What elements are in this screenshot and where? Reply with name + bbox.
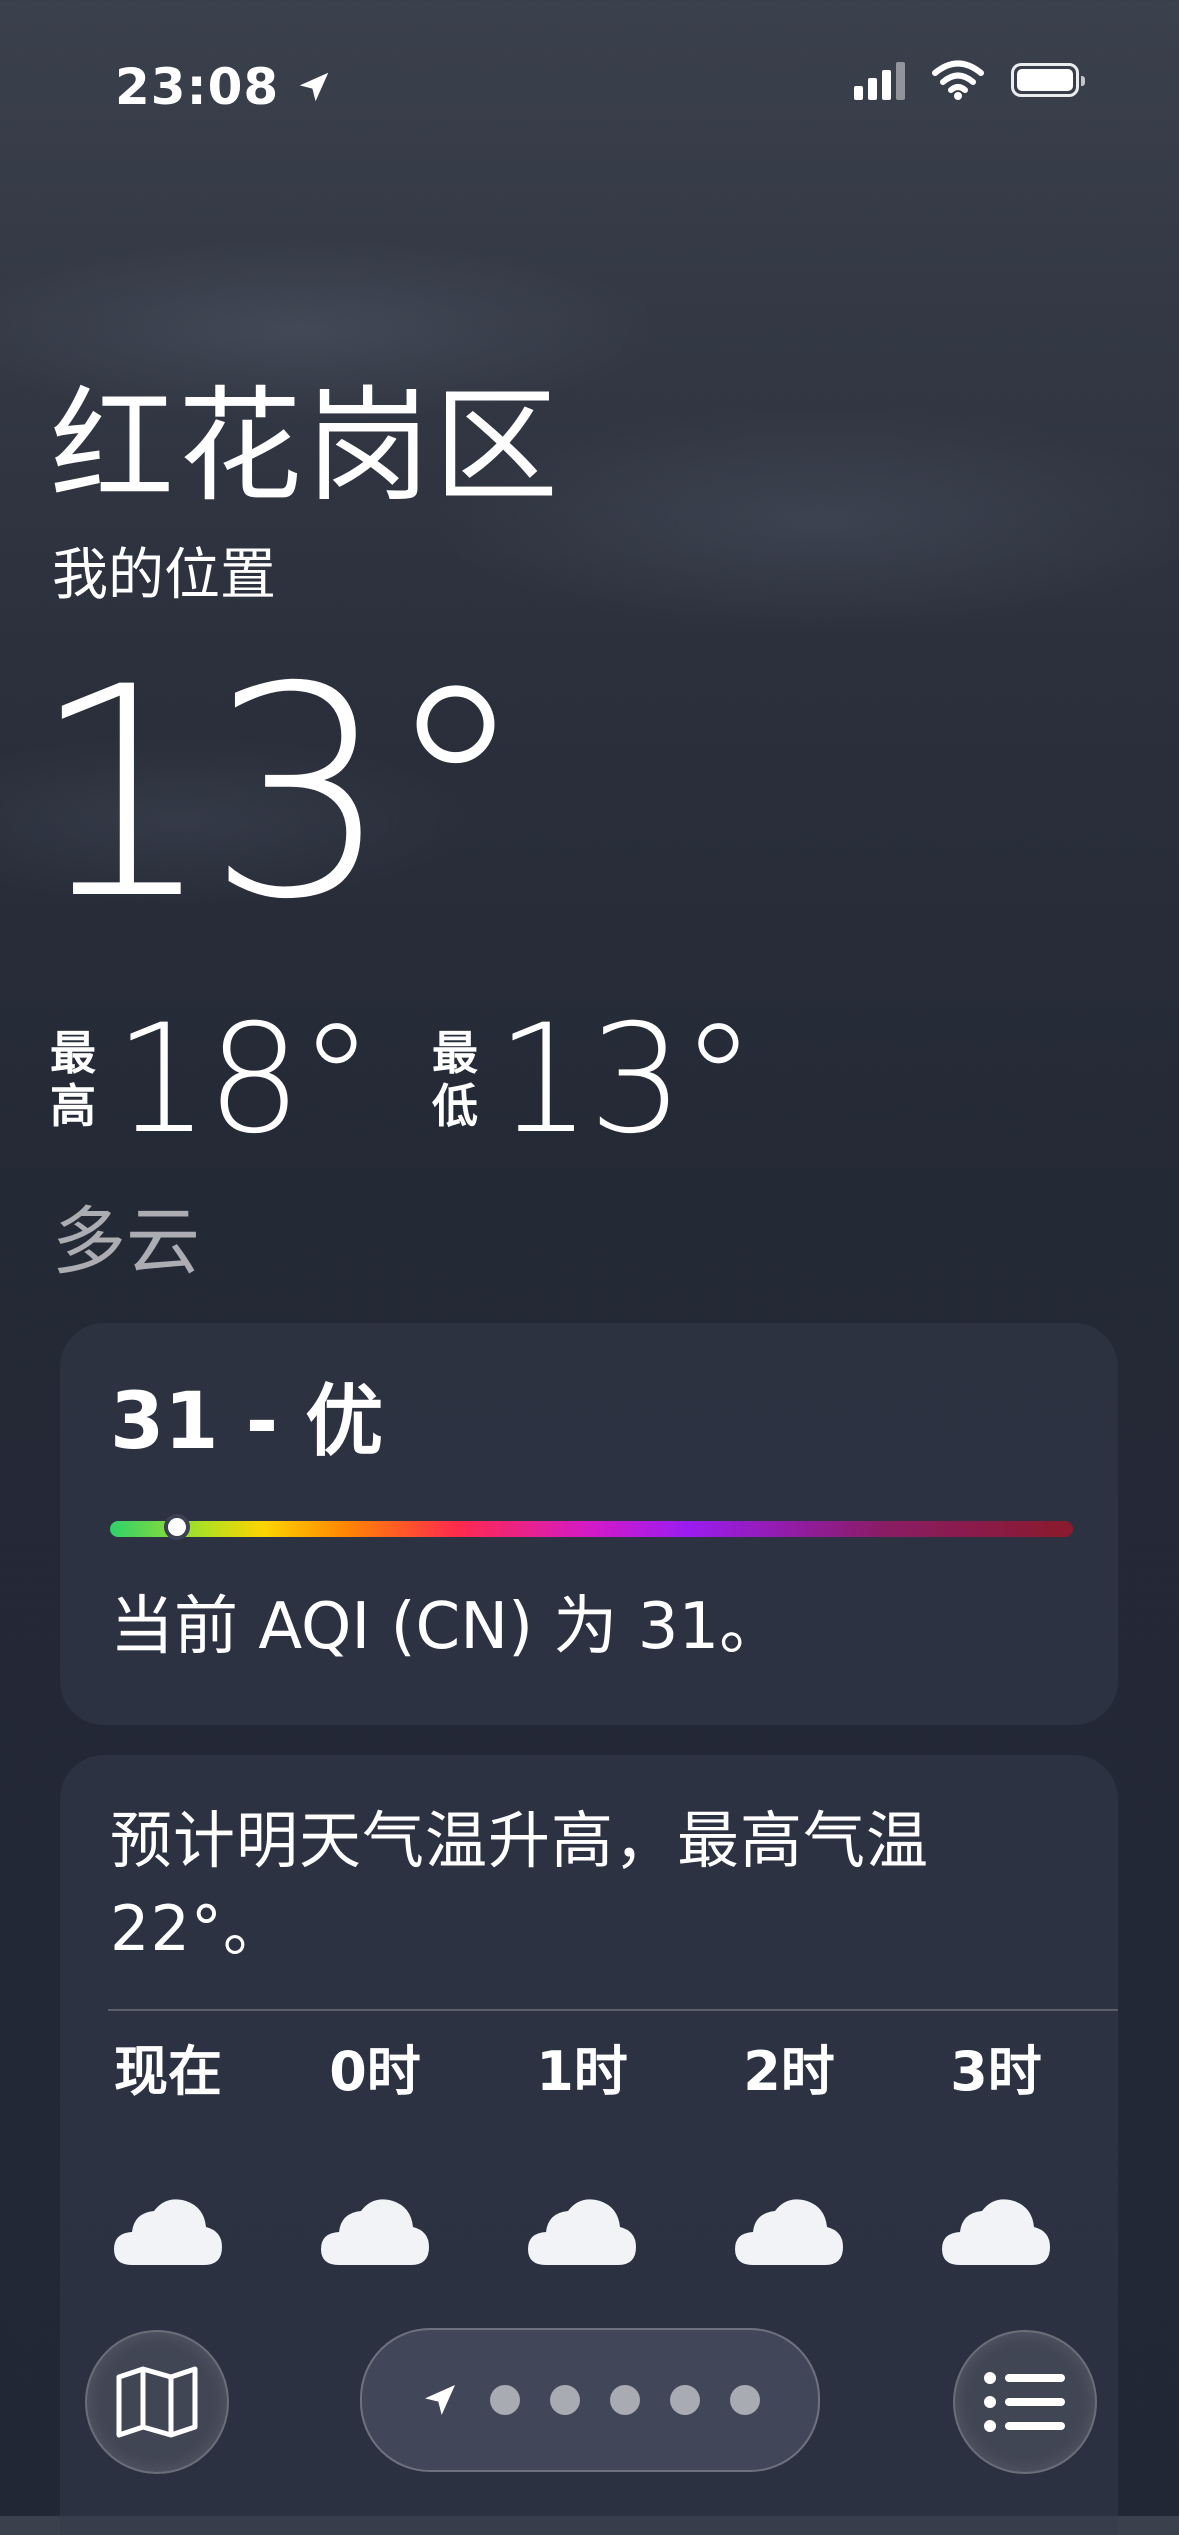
divider	[108, 2009, 1118, 2011]
map-icon	[116, 2366, 198, 2438]
status-indicators	[854, 60, 1085, 100]
status-time-text: 23:08	[115, 58, 280, 116]
cloud-icon	[735, 2199, 843, 2265]
cloud-icon	[321, 2199, 429, 2265]
hour-label: 2时	[743, 2040, 835, 2103]
hour-label: 1时	[536, 2040, 628, 2103]
cloud-icon	[114, 2199, 222, 2265]
aqi-indicator-dot	[164, 1514, 191, 1540]
hour-item: 1时	[482, 2045, 682, 2267]
list-icon	[984, 2372, 1065, 2432]
hour-label: 3时	[950, 2040, 1042, 2103]
aqi-description: 当前 AQI (CN) 为 31。	[110, 1590, 784, 1664]
page-indicator[interactable]	[360, 2328, 820, 2472]
hour-item: 0时	[275, 2045, 475, 2267]
status-time: 23:08	[115, 58, 333, 116]
high-label-char: 高	[50, 1079, 96, 1133]
wifi-icon	[932, 60, 984, 100]
location-arrow-icon	[299, 72, 329, 102]
low-label-char: 低	[432, 1079, 478, 1133]
weather-condition: 多云	[52, 1199, 200, 1285]
cloud-icon	[528, 2199, 636, 2265]
forecast-summary: 预计明天气温升高，最高气温 22°。	[110, 1804, 930, 1966]
map-button[interactable]	[85, 2330, 229, 2474]
high-value: 18°	[114, 993, 374, 1167]
location-subtitle: 我的位置	[52, 543, 276, 608]
hour-item: 2时	[689, 2045, 889, 2267]
aqi-scale-bar	[110, 1514, 1073, 1540]
hour-label: 0时	[329, 2040, 421, 2103]
page-dot[interactable]	[730, 2385, 760, 2415]
hour-item: 现在	[68, 2045, 268, 2267]
page-dot[interactable]	[490, 2385, 520, 2415]
high-label: 最 高	[50, 1027, 96, 1133]
hour-label: 现在	[114, 2040, 222, 2103]
city-list-button[interactable]	[953, 2330, 1097, 2474]
low-temperature: 最 低 13°	[432, 993, 756, 1167]
cellular-signal-icon	[854, 60, 905, 100]
aqi-value: 31 - 优	[110, 1377, 384, 1467]
air-quality-card[interactable]: 31 - 优 当前 AQI (CN) 为 31。	[60, 1323, 1118, 1725]
low-value: 13°	[496, 993, 756, 1167]
low-label-char: 最	[432, 1026, 478, 1081]
page-dot[interactable]	[550, 2385, 580, 2415]
location-name: 红花岗区	[50, 375, 563, 519]
current-temperature: 13°	[30, 626, 528, 963]
cloud-icon	[942, 2199, 1050, 2265]
battery-fill	[1017, 69, 1073, 91]
battery-icon	[1011, 63, 1085, 97]
high-label-char: 最	[50, 1026, 96, 1081]
hour-item: 3时	[896, 2045, 1096, 2267]
high-temperature: 最 高 18°	[50, 993, 374, 1167]
location-arrow-icon	[425, 2385, 455, 2415]
page-dot[interactable]	[670, 2385, 700, 2415]
page-dot[interactable]	[610, 2385, 640, 2415]
low-label: 最 低	[432, 1027, 478, 1133]
